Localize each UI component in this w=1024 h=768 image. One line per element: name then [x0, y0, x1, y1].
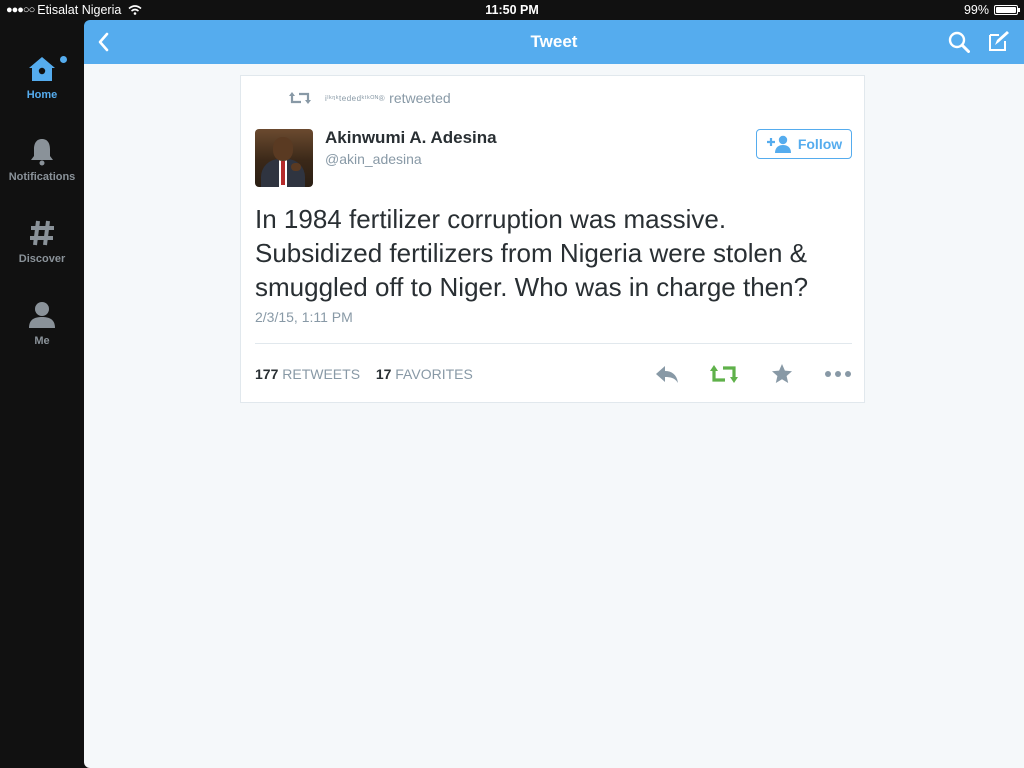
reply-icon[interactable]	[655, 363, 679, 385]
hashtag-icon	[30, 220, 54, 246]
follow-label: Follow	[797, 136, 843, 152]
avatar[interactable]	[255, 129, 313, 187]
unread-dot	[60, 56, 67, 63]
follow-button[interactable]: Follow	[756, 129, 852, 159]
status-bar: ●●●○○ Etisalat Nigeria 11:50 PM 99%	[0, 0, 1024, 20]
add-user-icon	[766, 135, 791, 153]
person-icon	[29, 302, 55, 328]
avatar-hand	[291, 163, 301, 171]
retweeter-name[interactable]: iˡᵏᵑᵏtededᵏᵗᵏᴼᴺ®	[325, 94, 385, 103]
sidebar-item-me[interactable]: Me	[0, 300, 84, 372]
sidebar-item-discover[interactable]: Discover	[0, 218, 84, 290]
avatar-head	[273, 137, 293, 161]
bell-icon	[31, 139, 53, 166]
sidebar-item-label: Notifications	[8, 171, 76, 183]
sidebar-item-notifications[interactable]: Notifications	[0, 136, 84, 208]
divider	[255, 343, 852, 344]
retweet-icon	[289, 92, 311, 104]
battery-icon	[994, 5, 1020, 15]
compose-icon[interactable]	[986, 29, 1010, 53]
tweet-text: In 1984 fertilizer corruption was massiv…	[255, 204, 809, 302]
tweet-timestamp: 2/3/15, 1:11 PM	[255, 309, 353, 325]
retweeted-label: retweeted	[389, 90, 451, 106]
sidebar-item-label: Me	[34, 335, 50, 347]
sidebar: Home Notifications Discover Me	[0, 20, 84, 768]
page-title: Tweet	[530, 32, 578, 51]
retweets-label[interactable]: RETWEETS	[282, 366, 360, 382]
status-time: 11:50 PM	[485, 3, 539, 17]
sidebar-item-home[interactable]: Home	[0, 54, 84, 126]
battery-percent: 99%	[963, 3, 989, 17]
search-icon[interactable]	[948, 31, 970, 53]
home-icon	[29, 57, 55, 81]
retweet-context: iˡᵏᵑᵏtededᵏᵗᵏᴼᴺ® retweeted	[289, 90, 451, 106]
favorite-star-icon[interactable]	[771, 363, 793, 385]
retweets-count[interactable]: 177	[255, 366, 278, 382]
sidebar-item-label: Discover	[18, 253, 66, 265]
retweet-icon[interactable]	[710, 363, 738, 385]
battery-fill	[996, 7, 1016, 13]
sidebar-item-label: Home	[26, 89, 58, 101]
navigation-bar: Tweet	[84, 20, 1024, 64]
status-right: 99%	[963, 3, 1020, 17]
avatar-tie	[281, 161, 285, 185]
more-options-icon[interactable]	[824, 363, 852, 385]
main-content: iˡᵏᵑᵏtededᵏᵗᵏᴼᴺ® retweeted Akinwumi A. A…	[84, 64, 1024, 768]
favorites-count[interactable]: 17	[376, 366, 392, 382]
author-name[interactable]: Akinwumi A. Adesina	[325, 128, 497, 148]
tweet-card: iˡᵏᵑᵏtededᵏᵗᵏᴼᴺ® retweeted Akinwumi A. A…	[240, 75, 865, 403]
favorites-label[interactable]: FAVORITES	[395, 366, 473, 382]
tweet-stats: 177 RETWEETS 17 FAVORITES	[255, 366, 473, 382]
author-handle[interactable]: @akin_adesina	[325, 151, 422, 167]
